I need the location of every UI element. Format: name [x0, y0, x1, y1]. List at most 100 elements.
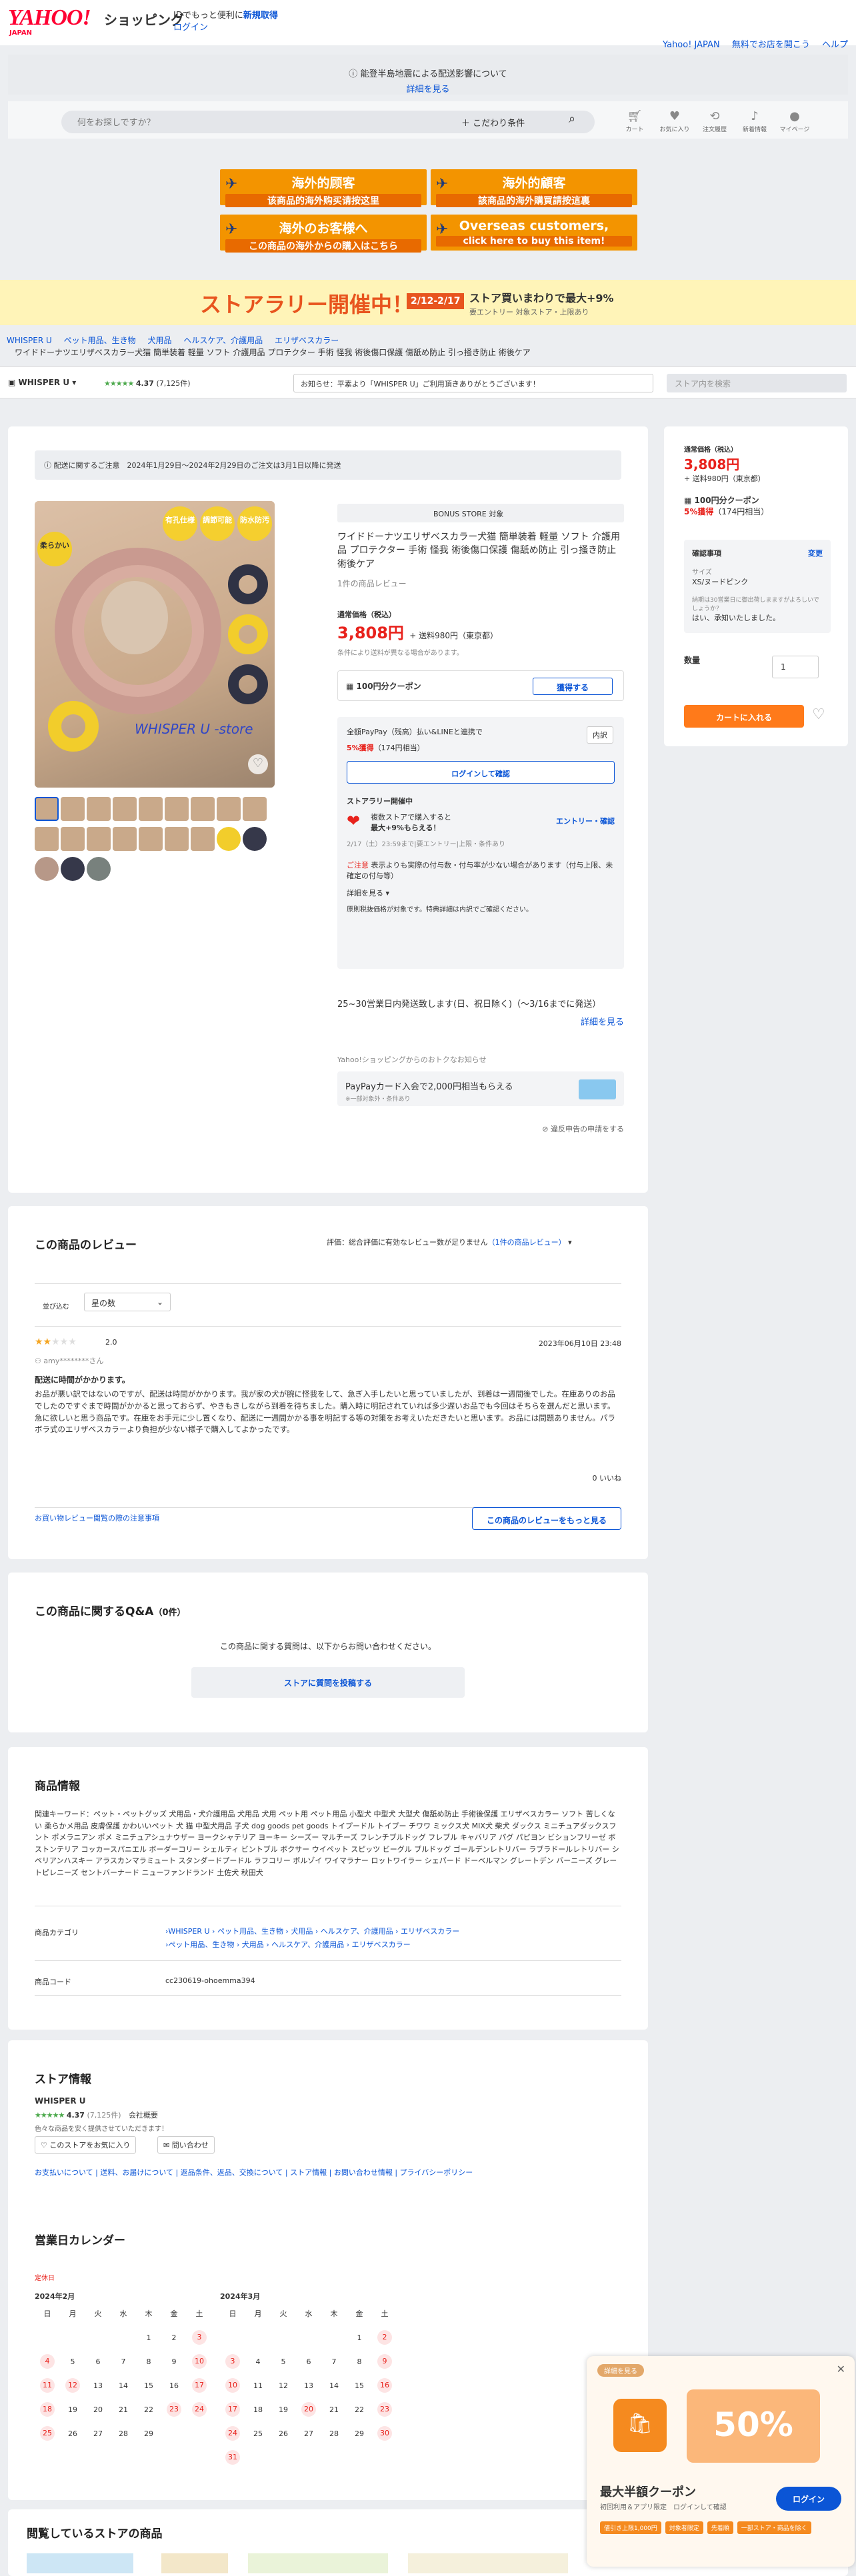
shipping-more-link[interactable]: 詳細を見る: [337, 1015, 624, 1027]
review-guide-link[interactable]: お買い物レビュー閲覧の際の注意事項: [35, 1513, 159, 1523]
favorite-heart-icon[interactable]: ♡: [812, 706, 825, 723]
notice-link[interactable]: 詳細を見る: [8, 82, 848, 95]
breadcrumb-item[interactable]: エリザベスカラー: [275, 336, 339, 345]
paypay-card-banner[interactable]: PayPayカード入会で2,000円相当もらえる ※一部対象外・条件あり: [337, 1071, 624, 1106]
thumbnail[interactable]: [61, 827, 85, 851]
breadcrumb-item[interactable]: ヘルスケア、介護用品: [183, 336, 263, 345]
top-link-help[interactable]: ヘルプ: [822, 40, 848, 50]
breadcrumb-item[interactable]: WHISPER U: [7, 336, 52, 345]
thumbnail[interactable]: [35, 857, 59, 881]
change-link[interactable]: 変更: [808, 548, 823, 558]
viewed-item[interactable]: [161, 2553, 228, 2573]
nav-favorite[interactable]: ♥ お気に入り: [655, 109, 695, 133]
nav-mypage[interactable]: ● マイページ: [775, 109, 815, 133]
points-box: 全額PayPay（残高）払い&LINEと連携で 内訳 5%獲得（174円相当） …: [337, 716, 624, 969]
thumbnail[interactable]: [113, 827, 137, 851]
get-coupon-button[interactable]: 獲得する: [533, 677, 613, 695]
popup-sub-text2: ログインして確認: [673, 2504, 727, 2511]
favorite-heart-icon[interactable]: ♡: [248, 754, 268, 774]
thumbnail[interactable]: [139, 797, 163, 821]
thumbnail[interactable]: [165, 827, 189, 851]
thumbnail[interactable]: [217, 797, 241, 821]
category-path-1[interactable]: ›WHISPER U › ペット用品、生き物 › 犬用品 › ヘルスケア、介護用…: [165, 1926, 459, 1936]
store-info-name[interactable]: WHISPER U: [35, 2096, 86, 2106]
breadcrumb-item[interactable]: ペット用品、生き物: [64, 336, 136, 345]
buyee-banner-ja[interactable]: ✈ 海外のお客様へ この商品の海外からの購入はこちら: [220, 215, 427, 253]
add-to-cart-button[interactable]: カートに入れる: [684, 705, 804, 728]
store-link[interactable]: 返品条件、返品、交換について: [181, 2168, 283, 2177]
buyee-banner-tc[interactable]: ✈ 海外的顧客 該商品的海外購買請按這裏: [431, 169, 637, 207]
thumbnail[interactable]: [87, 797, 111, 821]
top-link-open-store[interactable]: 無料でお店を開こう: [732, 40, 810, 50]
thumbnail[interactable]: [35, 827, 59, 851]
paypay-card-sub: ※一部対象外・条件あり: [345, 1095, 411, 1103]
favorite-store-button[interactable]: ♡ このストアをお気に入り: [35, 2136, 137, 2154]
viewed-item[interactable]: [408, 2553, 568, 2573]
top-link-yahoo[interactable]: Yahoo! JAPAN: [663, 40, 720, 50]
login-confirm-button[interactable]: ログインして確認: [347, 760, 615, 784]
thumbnail[interactable]: [61, 857, 85, 881]
register-link[interactable]: 新規取得: [243, 11, 278, 21]
thumbnail[interactable]: [139, 827, 163, 851]
conditions-button[interactable]: ＋ こだわり条件: [461, 116, 525, 129]
search-icon[interactable]: ⌕: [559, 112, 585, 132]
thumbnail[interactable]: [191, 797, 215, 821]
like-button[interactable]: 0 いいね: [593, 1473, 622, 1483]
thumbnail[interactable]: [243, 827, 267, 851]
viewed-item[interactable]: [248, 2553, 388, 2573]
nav-history[interactable]: ⟲ 注文履歴: [695, 109, 735, 133]
nav-news[interactable]: ♪ 新着情報: [735, 109, 775, 133]
company-link[interactable]: 会社概要: [129, 2111, 158, 2120]
shopping-title[interactable]: ショッピング: [104, 9, 184, 29]
nav-cart[interactable]: 🛒︎ カート: [615, 109, 655, 133]
thumbnail[interactable]: [217, 827, 241, 851]
thumbnail[interactable]: [61, 797, 85, 821]
sort-select[interactable]: 星の数 ⌄: [84, 1293, 171, 1311]
thumbnail[interactable]: [87, 827, 111, 851]
points-yen: （174円相当）: [373, 743, 425, 752]
more-reviews-button[interactable]: この商品のレビューをもっと見る: [472, 1507, 621, 1530]
info-icon: ⓘ: [349, 69, 358, 79]
buyee-banner-sc[interactable]: ✈ 海外的顾客 该商品的海外购买请按这里: [220, 169, 427, 207]
category-path-2[interactable]: ›ペット用品、生き物 › 犬用品 › ヘルスケア、介護用品 › エリザベスカラー: [165, 1939, 411, 1950]
points-detail-button[interactable]: 内訳: [587, 726, 613, 744]
thumbnail[interactable]: [35, 797, 59, 821]
store-link[interactable]: 送料、お届けについて: [100, 2168, 173, 2177]
caution-more[interactable]: 詳細を見る ▾: [347, 888, 615, 898]
store-link[interactable]: お支払いについて: [35, 2168, 93, 2177]
product-review-link[interactable]: 1件の商品レビュー: [337, 578, 624, 589]
calendar-day-number: 24: [225, 2426, 240, 2441]
product-main-image[interactable]: 有孔仕様 調節可能 防水防汚 柔らかい WHISPER U -store ♡: [35, 501, 275, 788]
rating-count[interactable]: (7,125件): [156, 379, 190, 388]
store-link[interactable]: お問い合わせ情報: [334, 2168, 393, 2177]
store-rally-banner[interactable]: ストアラリー開催中！ 2/12-2/17 ストア買いまわりで最大+9% 要エント…: [0, 280, 856, 325]
rally-entry-link[interactable]: エントリー・確認: [556, 816, 615, 826]
dog-image: [101, 581, 168, 654]
bonus-store-bar[interactable]: BONUS STORE 対象: [337, 504, 624, 522]
popup-detail-link[interactable]: 詳細を見る: [597, 2364, 644, 2377]
post-question-button[interactable]: ストアに質問を投稿する: [191, 1667, 465, 1698]
rating-link[interactable]: （1件の商品レビュー）: [488, 1238, 566, 1247]
report-link[interactable]: ⊘ 違反申告の申請をする: [337, 1123, 624, 1134]
close-icon[interactable]: ✕: [837, 2363, 845, 2375]
store-name-menu[interactable]: ▣ WHISPER U ▾: [8, 378, 76, 387]
thumbnail[interactable]: [243, 797, 267, 821]
store-notice[interactable]: お知らせ：平素より「WHISPER U」ご利用頂きありがとうございます！: [293, 374, 653, 392]
thumbnail[interactable]: [113, 797, 137, 821]
yahoo-logo[interactable]: YAHOO!: [8, 5, 91, 31]
thumbnail[interactable]: [87, 857, 111, 881]
contact-button[interactable]: ✉ 問い合わせ: [157, 2136, 215, 2154]
buyee-banner-en[interactable]: ✈ Overseas customers, click here to buy th…: [431, 215, 637, 251]
thumbnail[interactable]: [191, 827, 215, 851]
qty-input[interactable]: 1: [772, 656, 819, 678]
store-search-input[interactable]: ストア内を検索: [667, 374, 847, 392]
viewed-item[interactable]: [27, 2553, 133, 2573]
calendar-day-number: 31: [225, 2450, 240, 2465]
breadcrumb-item[interactable]: 犬用品: [147, 336, 171, 345]
popup-login-button[interactable]: ログイン: [776, 2487, 841, 2511]
thumbnail[interactable]: [165, 797, 189, 821]
store-link[interactable]: プライバシーポリシー: [400, 2168, 473, 2177]
calendar-day-number: 29: [144, 2429, 153, 2438]
store-link[interactable]: ストア情報: [290, 2168, 327, 2177]
login-link[interactable]: ログイン: [173, 20, 208, 33]
